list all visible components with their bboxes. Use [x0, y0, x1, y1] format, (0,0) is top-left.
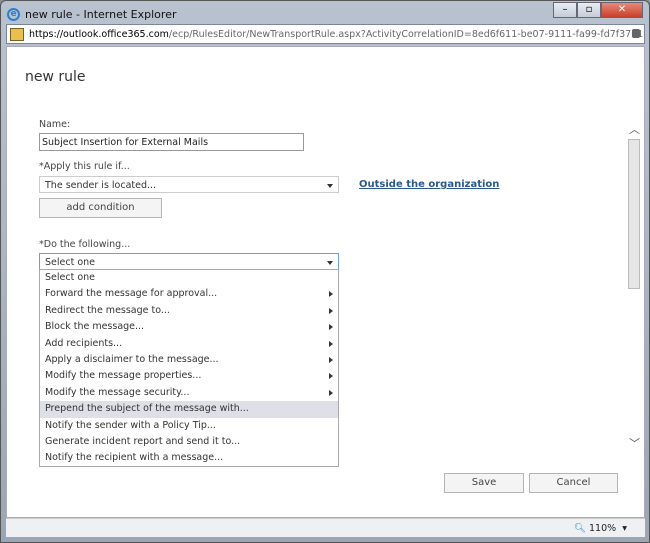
chevron-down-icon — [327, 184, 333, 188]
dropdown-option[interactable]: Modify the message security... — [40, 385, 338, 401]
dropdown-option[interactable]: Redirect the message to... — [40, 303, 338, 319]
option-label: Notify the sender with a Policy Tip... — [45, 419, 216, 431]
scrollbar-thumb[interactable] — [628, 139, 640, 289]
option-label: Apply a disclaimer to the message... — [45, 353, 219, 365]
option-label: Generate incident report and send it to.… — [45, 435, 241, 447]
apply-condition-select[interactable]: The sender is located... — [39, 176, 339, 193]
submenu-arrow-icon — [329, 307, 333, 314]
zoom-icon: 🔍︎ — [573, 523, 586, 534]
browser-window: e new rule - Internet Explorer – ▫ ✕ htt… — [0, 0, 650, 543]
page-title: new rule — [25, 69, 86, 85]
dropdown-option[interactable]: Modify the message properties... — [40, 368, 338, 384]
maximize-button[interactable]: ▫ — [577, 2, 601, 18]
ie-logo-icon: e — [7, 7, 20, 21]
dropdown-option[interactable]: Generate incident report and send it to.… — [40, 434, 338, 450]
save-button[interactable]: Save — [444, 473, 524, 493]
url-domain: office365.com — [101, 28, 169, 40]
option-label: Forward the message for approval... — [45, 288, 218, 300]
dialog-content: new rule Name: Subject Insertion for Ext… — [6, 46, 645, 518]
close-button[interactable]: ✕ — [601, 2, 643, 18]
option-label: Prepend the subject of the message with.… — [45, 403, 249, 415]
zoom-level: 110% — [589, 523, 617, 534]
address-bar[interactable]: https://outlook. office365.com/ecp/RulesE… — [6, 24, 645, 44]
submenu-arrow-icon — [329, 291, 333, 298]
dropdown-option[interactable]: Apply a disclaimer to the message... — [40, 352, 338, 368]
action-value: Select one — [45, 257, 96, 268]
dropdown-option[interactable]: Select one — [40, 270, 338, 286]
action-select[interactable]: Select one — [39, 253, 339, 270]
scroll-up-icon[interactable]: ︿ — [629, 124, 640, 135]
submenu-arrow-icon — [329, 373, 333, 380]
cancel-button[interactable]: Cancel — [529, 473, 618, 493]
chevron-down-icon — [327, 261, 333, 265]
lock-icon — [632, 29, 640, 38]
dropdown-option[interactable]: Add recipients... — [40, 336, 338, 352]
dropdown-option[interactable]: Forward the message for approval... — [40, 286, 338, 302]
window-title: new rule - Internet Explorer — [25, 7, 177, 21]
submenu-arrow-icon — [329, 340, 333, 347]
dropdown-option[interactable]: Notify the recipient with a message... — [40, 450, 338, 466]
option-label: Notify the recipient with a message... — [45, 452, 224, 464]
option-label: Modify the message security... — [45, 386, 190, 398]
option-label: Redirect the message to... — [45, 304, 170, 316]
action-dropdown-list: Select one Forward the message for approv… — [39, 269, 339, 467]
do-label: *Do the following... — [39, 239, 131, 250]
apply-condition-value: The sender is located... — [45, 180, 157, 191]
scroll-down-icon[interactable]: ﹀ — [629, 438, 640, 449]
dropdown-option[interactable]: Prepend the subject of the message with.… — [40, 401, 338, 418]
scrollbar[interactable]: ︿ ﹀ — [626, 123, 642, 453]
option-label: Block the message... — [45, 321, 145, 333]
submenu-arrow-icon — [329, 389, 333, 396]
status-bar: 🔍︎ 110% ▾ — [6, 518, 645, 537]
page-icon — [10, 27, 24, 41]
outside-organization-link[interactable]: Outside the organization — [359, 179, 499, 190]
option-label: Add recipients... — [45, 337, 123, 349]
title-bar: e new rule - Internet Explorer — [7, 5, 177, 23]
add-condition-button[interactable]: add condition — [39, 198, 162, 218]
url-rest: /ecp/RulesEditor/NewTransportRule.aspx?A… — [168, 28, 644, 40]
submenu-arrow-icon — [329, 324, 333, 331]
option-label: Select one — [45, 272, 96, 283]
name-input[interactable]: Subject Insertion for External Mails — [39, 133, 304, 151]
zoom-control[interactable]: 🔍︎ 110% ▾ — [574, 523, 627, 534]
minimize-button[interactable]: – — [553, 2, 577, 18]
url-prefix: https://outlook. — [29, 28, 102, 40]
name-label: Name: — [39, 119, 71, 130]
dropdown-option[interactable]: Block the message... — [40, 319, 338, 335]
option-label: Modify the message properties... — [45, 370, 202, 382]
submenu-arrow-icon — [329, 356, 333, 363]
apply-label: *Apply this rule if... — [39, 161, 130, 172]
dropdown-option[interactable]: Notify the sender with a Policy Tip... — [40, 418, 338, 434]
